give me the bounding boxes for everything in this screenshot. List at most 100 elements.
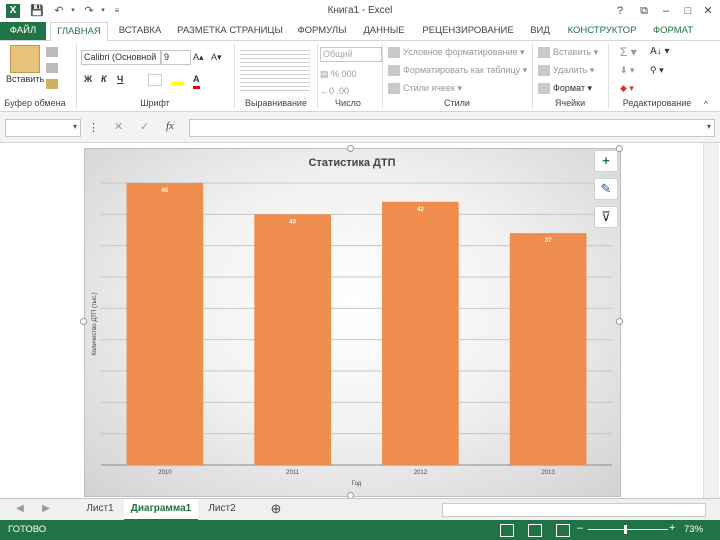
cell-styles-button[interactable]: Стили ячеек ▾ bbox=[388, 81, 462, 95]
group-font-label: Шрифт bbox=[140, 98, 170, 108]
close-button[interactable]: ✕ bbox=[698, 3, 718, 19]
decrease-font-icon[interactable]: A▾ bbox=[211, 50, 222, 64]
next-sheet-icon[interactable]: ▶ bbox=[36, 499, 56, 519]
name-box[interactable]: ▾ bbox=[5, 119, 81, 137]
sheet-tab-list2[interactable]: Лист2 bbox=[200, 499, 244, 519]
conditional-formatting-icon bbox=[388, 47, 400, 59]
sheet-tab-diagram1[interactable]: Диаграмма1 bbox=[124, 499, 198, 521]
tab-home[interactable]: ГЛАВНАЯ bbox=[50, 22, 108, 42]
tab-review[interactable]: РЕЦЕНЗИРОВАНИЕ bbox=[418, 22, 518, 40]
tab-data[interactable]: ДАННЫЕ bbox=[356, 22, 412, 40]
data-label: 45 bbox=[162, 188, 169, 194]
tab-view[interactable]: ВИД bbox=[522, 22, 558, 40]
copy-icon[interactable] bbox=[46, 63, 58, 73]
format-cells-icon bbox=[538, 83, 550, 95]
page-break-view-icon[interactable] bbox=[556, 524, 570, 537]
cut-icon[interactable] bbox=[46, 47, 58, 57]
conditional-formatting-button[interactable]: Условное форматирование ▾ bbox=[388, 45, 525, 59]
resize-handle[interactable] bbox=[347, 145, 354, 152]
zoom-level[interactable]: 73% bbox=[684, 524, 703, 535]
group-styles-label: Стили bbox=[444, 98, 470, 108]
resize-handle[interactable] bbox=[616, 318, 623, 325]
data-label: 40 bbox=[289, 219, 296, 225]
decimal-icon[interactable]: ←0 .00 bbox=[320, 84, 349, 98]
cell-styles-label: Стили ячеек bbox=[403, 83, 455, 93]
zoom-slider-thumb[interactable] bbox=[624, 525, 627, 534]
alignment-controls[interactable] bbox=[240, 47, 310, 91]
borders-icon[interactable] bbox=[148, 74, 162, 86]
insert-cells-icon bbox=[538, 47, 550, 59]
enter-formula-icon[interactable]: ✓ bbox=[140, 120, 149, 133]
font-color-icon[interactable]: A bbox=[193, 72, 200, 89]
chart-bar bbox=[254, 214, 331, 465]
paste-icon[interactable] bbox=[10, 45, 40, 73]
increase-font-icon[interactable]: A▴ bbox=[193, 50, 204, 64]
autosum-icon[interactable]: Σ ▾ bbox=[620, 45, 637, 59]
prev-sheet-icon[interactable]: ◀ bbox=[10, 499, 30, 519]
group-alignment-label: Выравнивание bbox=[245, 98, 307, 108]
fill-color-icon[interactable] bbox=[172, 73, 184, 85]
resize-handle[interactable] bbox=[80, 318, 87, 325]
zoom-out-button[interactable]: – bbox=[577, 522, 583, 534]
fill-icon[interactable]: ⬇ ▾ bbox=[620, 63, 635, 77]
delete-cells-icon bbox=[538, 65, 550, 77]
maximize-button[interactable]: □ bbox=[678, 3, 698, 19]
zoom-slider[interactable] bbox=[588, 529, 668, 530]
tab-formulas[interactable]: ФОРМУЛЫ bbox=[292, 22, 352, 40]
data-label: 42 bbox=[417, 207, 424, 213]
delete-cells-button[interactable]: Удалить ▾ bbox=[538, 63, 594, 77]
format-as-table-button[interactable]: Форматировать как таблицу ▾ bbox=[388, 63, 527, 77]
minimize-button[interactable]: – bbox=[656, 3, 676, 19]
x-tick-label: 2013 bbox=[541, 470, 555, 476]
currency-icon[interactable]: ▤ % 000 bbox=[320, 67, 357, 81]
vertical-scrollbar[interactable] bbox=[703, 143, 719, 498]
format-cells-button[interactable]: Формат ▾ bbox=[538, 81, 592, 95]
tab-format[interactable]: ФОРМАТ bbox=[647, 22, 699, 40]
normal-view-icon[interactable] bbox=[500, 524, 514, 537]
formula-input[interactable]: ▾ bbox=[189, 119, 715, 137]
ribbon-display-button[interactable]: ⧉ bbox=[634, 3, 654, 19]
chart-elements-button[interactable]: + bbox=[594, 150, 618, 172]
expand-formula-icon[interactable]: ▾ bbox=[707, 122, 711, 131]
format-as-table-icon bbox=[388, 65, 400, 77]
status-ready: ГОТОВО bbox=[8, 524, 47, 535]
tab-page-layout[interactable]: РАЗМЕТКА СТРАНИЦЫ bbox=[174, 22, 286, 40]
tab-design[interactable]: КОНСТРУКТОР bbox=[563, 22, 641, 40]
clear-icon[interactable]: ◆ ▾ bbox=[620, 81, 634, 95]
number-format-select[interactable]: Общий bbox=[320, 47, 382, 62]
tab-insert[interactable]: ВСТАВКА bbox=[110, 22, 170, 40]
chart-bar bbox=[509, 233, 587, 465]
page-layout-view-icon[interactable] bbox=[528, 524, 542, 537]
insert-function-icon[interactable]: fx bbox=[166, 120, 174, 132]
group-number-label: Число bbox=[335, 98, 361, 108]
insert-cells-button[interactable]: Вставить ▾ bbox=[538, 45, 598, 59]
tab-file[interactable]: ФАЙЛ bbox=[0, 22, 46, 40]
bold-button[interactable]: Ж bbox=[84, 72, 92, 86]
delete-cells-label: Удалить bbox=[553, 65, 588, 75]
status-bar: ГОТОВО – + 73% bbox=[0, 520, 720, 540]
help-button[interactable]: ? bbox=[610, 3, 630, 19]
italic-button[interactable]: К bbox=[101, 72, 107, 86]
collapse-ribbon-icon[interactable]: ^ bbox=[704, 98, 708, 112]
format-as-table-label: Форматировать как таблицу bbox=[403, 65, 521, 75]
underline-button[interactable]: Ч bbox=[117, 72, 123, 86]
group-separator bbox=[608, 44, 609, 108]
font-size-select[interactable]: 9 bbox=[161, 50, 191, 65]
sheet-tabs-bar: ◀ ▶ Лист1 Диаграмма1 Лист2 ⊕ bbox=[0, 498, 720, 521]
chart-bar bbox=[382, 201, 459, 466]
horizontal-scrollbar[interactable] bbox=[442, 503, 706, 517]
sort-filter-icon[interactable]: A↓ ▾ bbox=[650, 45, 669, 59]
chevron-down-icon[interactable]: ▾ bbox=[73, 122, 77, 131]
cancel-formula-icon[interactable]: ✕ bbox=[114, 120, 123, 133]
add-sheet-icon[interactable]: ⊕ bbox=[266, 499, 286, 519]
zoom-in-button[interactable]: + bbox=[669, 522, 675, 534]
sheet-tab-list1[interactable]: Лист1 bbox=[78, 499, 122, 519]
chart-filter-icon[interactable]: ⊽ bbox=[594, 206, 618, 228]
paste-button[interactable]: Вставить bbox=[6, 72, 44, 86]
chart-area[interactable]: Статистика ДТП 45 2010 40 2011 42 2012 37 2013 Го… bbox=[84, 148, 621, 497]
font-name-select[interactable]: Calibri (Основной bbox=[81, 50, 161, 65]
format-painter-icon[interactable] bbox=[46, 79, 58, 89]
formula-bar: ▾ ⋮ ✕ ✓ fx ▾ bbox=[0, 112, 720, 143]
find-select-icon[interactable]: ⚲ ▾ bbox=[650, 63, 664, 77]
chart-styles-icon[interactable]: ✎ bbox=[594, 178, 618, 200]
